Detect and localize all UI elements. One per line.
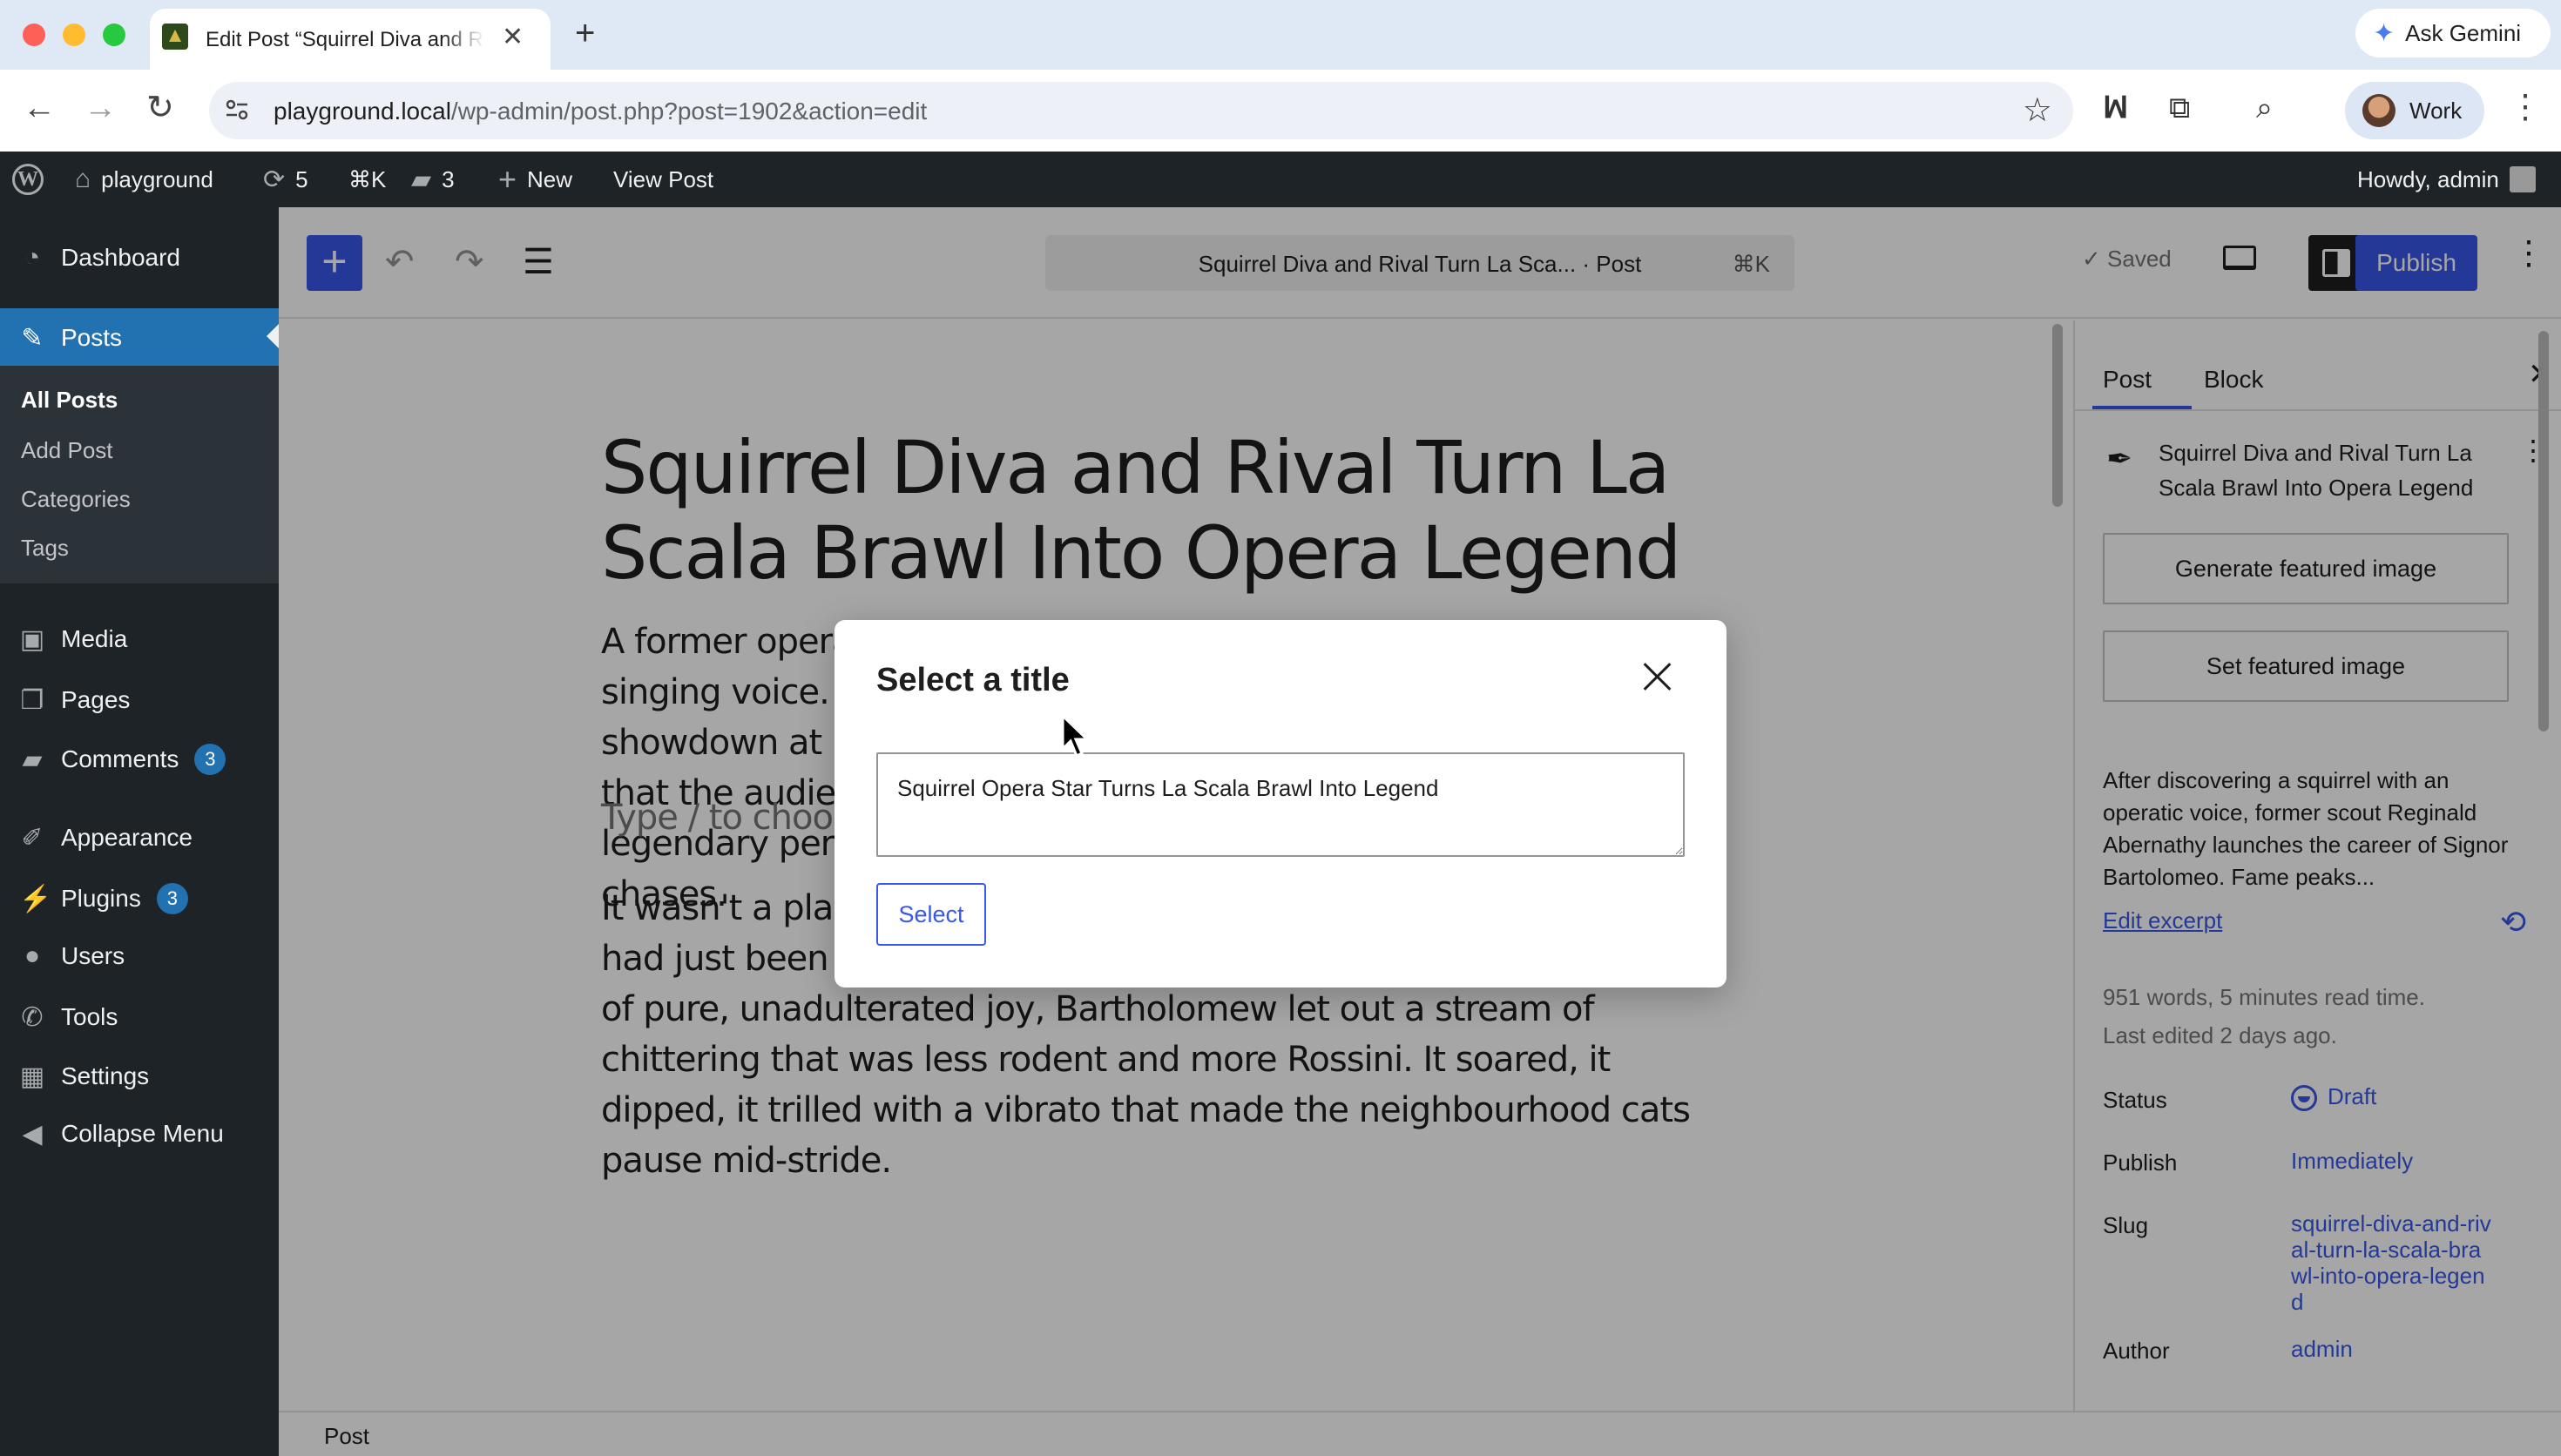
select-button[interactable]: Select [876, 883, 986, 946]
profile-label: Work [2409, 97, 2463, 124]
menu-appearance[interactable]: ✐ Appearance [0, 810, 279, 866]
settings-sliders-icon: ▦ [19, 1062, 45, 1091]
browser-toolbar: ← → ↻ playground.local/wp-admin/post.php… [0, 70, 2561, 152]
submenu-categories[interactable]: Categories [21, 486, 131, 513]
site-name: playground [101, 165, 213, 192]
mouse-pointer-icon [1061, 714, 1091, 758]
comments-badge: 3 [194, 744, 226, 775]
menu-collapse[interactable]: ◀ Collapse Menu [0, 1106, 279, 1162]
menu-dashboard-label: Dashboard [61, 244, 180, 271]
ask-gemini-label: Ask Gemini [2405, 19, 2522, 46]
menu-appearance-label: Appearance [61, 824, 193, 851]
menu-dashboard[interactable]: ◔ Dashboard [0, 230, 279, 286]
url-path: /wp-admin/post.php?post=1902&action=edit [450, 98, 928, 125]
wp-admin-bar: W ⌂ playground ⟳ 5 ⌘K ▰ 3 + New View Post Ho… [0, 152, 2561, 207]
menu-comments[interactable]: ▰ Comments 3 [0, 731, 279, 787]
my-account-menu[interactable]: Howdy, admin [2357, 152, 2536, 207]
menu-comments-label: Comments [61, 745, 179, 772]
pages-icon: ❐ [20, 685, 44, 715]
paintbrush-icon: ✐ [21, 823, 44, 853]
dashboard-gauge-icon: ◔ [24, 243, 41, 272]
admin-sidebar: ◔ Dashboard ✎ Posts All Posts Add Post Cat… [0, 207, 279, 1456]
select-title-modal: Select a title Select [835, 620, 1726, 988]
updates-count: 5 [295, 165, 308, 192]
view-post-label: View Post [613, 165, 714, 192]
menu-tools[interactable]: ✆ Tools [0, 989, 279, 1045]
tab-title: Edit Post “Squirrel Diva and Rival Turn … [206, 28, 484, 51]
title-textarea[interactable] [876, 752, 1685, 857]
maximize-window-button[interactable] [103, 24, 125, 46]
menu-media-label: Media [61, 625, 128, 652]
comments-count: 3 [442, 165, 455, 192]
wordpress-logo-icon: W [12, 164, 44, 195]
url-host: playground.local [274, 98, 451, 125]
updates-link[interactable]: ⟳ 5 [263, 152, 308, 207]
media-icon: ▣ [19, 624, 45, 654]
reload-icon[interactable]: ↻ [146, 89, 174, 127]
plugins-badge: 3 [156, 883, 188, 914]
bookmark-star-icon[interactable]: ☆ [2023, 91, 2052, 130]
close-window-button[interactable] [23, 24, 45, 46]
updates-icon: ⟳ [263, 165, 286, 194]
tab-search-icon[interactable]: ⌕ [2256, 89, 2273, 127]
tab-close-icon[interactable]: ✕ [502, 24, 524, 51]
home-icon: ⌂ [75, 165, 91, 193]
modal-title: Select a title [876, 662, 1070, 698]
extensions-puzzle-icon[interactable]: ⧉ [2169, 89, 2190, 127]
collapse-arrow-icon: ◀ [22, 1119, 43, 1149]
submenu-tags[interactable]: Tags [21, 535, 69, 562]
menu-pages-label: Pages [61, 686, 131, 713]
comments-icon: ▰ [22, 745, 43, 774]
browser-tabstrip: Edit Post “Squirrel Diva and Rival Turn … [0, 0, 2561, 70]
forward-arrow-icon[interactable]: → [84, 89, 117, 127]
pushpin-icon: ✎ [21, 323, 44, 353]
new-tab-icon[interactable]: + [575, 16, 595, 51]
back-arrow-icon[interactable]: ← [23, 89, 56, 127]
menu-posts[interactable]: ✎ Posts [0, 308, 279, 367]
site-settings-icon[interactable] [223, 96, 251, 124]
plus-icon: + [498, 161, 517, 197]
posts-submenu: All Posts Add Post Categories Tags [0, 366, 279, 583]
menu-media[interactable]: ▣ Media [0, 611, 279, 667]
browser-tab-active[interactable]: Edit Post “Squirrel Diva and Rival Turn … [150, 9, 551, 70]
menu-posts-label: Posts [61, 324, 123, 351]
menu-users[interactable]: ● Users [0, 928, 279, 984]
close-icon[interactable] [1636, 655, 1679, 698]
menu-settings[interactable]: ▦ Settings [0, 1048, 279, 1104]
extension-m-icon[interactable]: ꟽ [2103, 89, 2128, 127]
menu-pages[interactable]: ❐ Pages [0, 672, 279, 728]
howdy-label: Howdy, admin [2357, 165, 2499, 192]
site-favicon-icon [162, 24, 188, 50]
view-post-link[interactable]: View Post [613, 152, 713, 207]
menu-plugins[interactable]: ⚡ Plugins 3 [0, 871, 279, 927]
menu-settings-label: Settings [61, 1062, 150, 1089]
menu-collapse-label: Collapse Menu [61, 1120, 224, 1147]
submenu-add-post[interactable]: Add Post [21, 437, 113, 464]
url-text: playground.local/wp-admin/post.php?post=… [274, 98, 927, 125]
command-shortcut: ⌘K [348, 165, 387, 192]
admin-avatar [2509, 166, 2536, 192]
user-icon: ● [24, 941, 41, 970]
command-palette-link[interactable]: ⌘K [348, 152, 386, 207]
menu-tools-label: Tools [61, 1003, 118, 1030]
profile-button[interactable]: Work [2345, 82, 2484, 139]
comment-bubble-icon: ▰ [411, 165, 432, 194]
browser-menu-icon[interactable]: ⋮ [2509, 87, 2542, 126]
submenu-all-posts[interactable]: All Posts [21, 387, 118, 414]
menu-plugins-label: Plugins [61, 885, 141, 912]
address-bar[interactable]: playground.local/wp-admin/post.php?post=… [209, 82, 2073, 139]
wrench-icon: ✆ [21, 1002, 44, 1032]
new-content-link[interactable]: + New [498, 152, 572, 207]
site-name-link[interactable]: ⌂ playground [75, 152, 213, 207]
gemini-sparkle-icon: ✦ [2373, 18, 2395, 48]
minimize-window-button[interactable] [63, 24, 85, 46]
new-label: New [527, 165, 573, 192]
menu-users-label: Users [61, 942, 125, 969]
plug-icon: ⚡ [19, 884, 52, 913]
ask-gemini-button[interactable]: ✦ Ask Gemini [2355, 9, 2551, 57]
wp-logo-menu[interactable]: W [12, 152, 44, 207]
profile-avatar [2362, 94, 2395, 127]
comments-link[interactable]: ▰ 3 [411, 152, 455, 207]
